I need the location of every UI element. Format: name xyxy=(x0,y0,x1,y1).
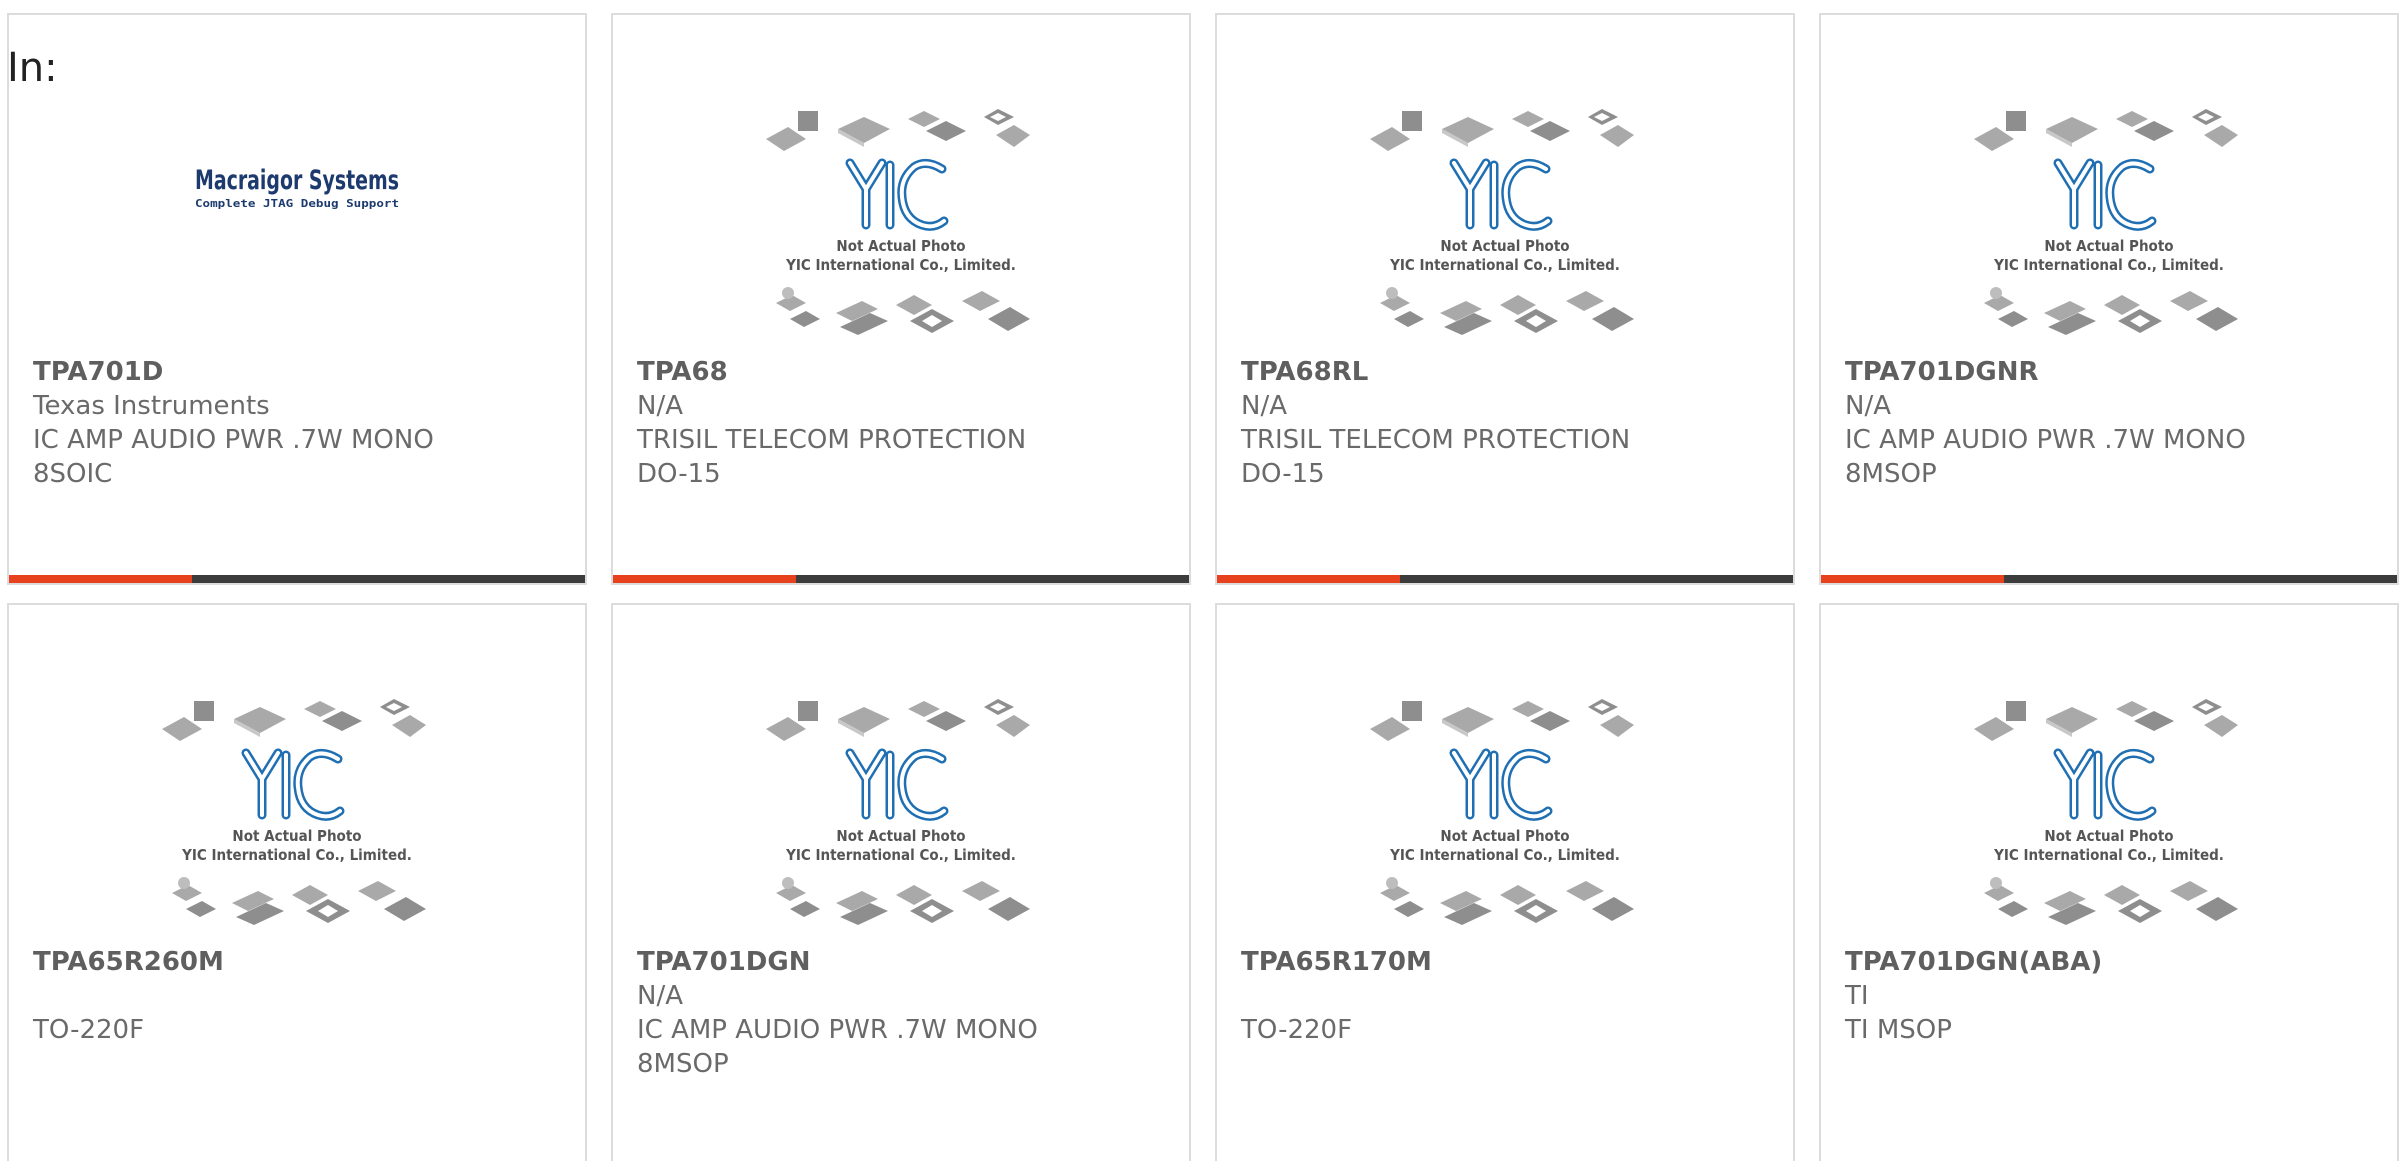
yic-placeholder-image: Not Actual Photo YIC International Co., … xyxy=(1974,109,2238,335)
product-manufacturer: N/A xyxy=(637,391,683,421)
product-manufacturer: Texas Instruments xyxy=(33,391,270,421)
placeholder-caption-1: Not Actual Photo xyxy=(836,827,965,845)
product-info: TPA65R170M TO-220F xyxy=(1241,945,1777,1081)
product-manufacturer xyxy=(33,979,569,1013)
product-info: TPA68 N/A TRISIL TELECOM PROTECTION DO-15 xyxy=(637,355,1173,491)
product-card[interactable]: Not Actual Photo YIC International Co., … xyxy=(611,603,1191,1161)
macraigor-logo: Macraigor Systems Complete JTAG Debug Su… xyxy=(195,165,399,210)
placeholder-caption-2: YIC International Co., Limited. xyxy=(785,256,1016,274)
product-info: TPA701D Texas Instruments IC AMP AUDIO PWR… xyxy=(33,355,569,491)
product-image[interactable]: Not Actual Photo YIC International Co., … xyxy=(613,99,1189,355)
product-package: 8MSOP xyxy=(637,1049,729,1079)
card-accent-bar xyxy=(613,575,1189,583)
product-manufacturer xyxy=(1241,979,1777,1013)
card-accent-bar-highlight xyxy=(9,575,192,583)
macraigor-logo-title: Macraigor Systems xyxy=(195,165,399,196)
product-image[interactable]: Not Actual Photo YIC International Co., … xyxy=(9,689,585,945)
product-card[interactable]: Not Actual Photo YIC International Co., … xyxy=(1819,13,2399,585)
product-info: TPA65R260M TO-220F xyxy=(33,945,569,1081)
product-description: TO-220F xyxy=(33,1015,145,1045)
product-manufacturer: N/A xyxy=(1241,391,1287,421)
yic-placeholder-image: Not Actual Photo YIC International Co., … xyxy=(1974,699,2238,925)
placeholder-caption-2: YIC International Co., Limited. xyxy=(785,846,1016,864)
product-manufacturer: N/A xyxy=(637,981,683,1011)
placeholder-caption-2: YIC International Co., Limited. xyxy=(1993,256,2224,274)
product-part-number[interactable]: TPA701DGN(ABA) xyxy=(1845,945,2381,979)
placeholder-caption-1: Not Actual Photo xyxy=(2044,827,2173,845)
product-description: TRISIL TELECOM PROTECTION xyxy=(637,425,1027,455)
product-package xyxy=(1241,1047,1777,1081)
product-part-number[interactable]: TPA701D xyxy=(33,355,569,389)
product-package: DO-15 xyxy=(1241,459,1325,489)
card-accent-bar-highlight xyxy=(613,575,796,583)
card-accent-bar-highlight xyxy=(1217,575,1400,583)
macraigor-logo-tagline: Complete JTAG Debug Support xyxy=(195,197,399,210)
product-info: TPA701DGN N/A IC AMP AUDIO PWR .7W MONO 8MS… xyxy=(637,945,1173,1081)
placeholder-caption-2: YIC International Co., Limited. xyxy=(181,846,412,864)
card-accent-bar xyxy=(9,575,585,583)
product-grid: Macraigor Systems Complete JTAG Debug Su… xyxy=(7,13,2400,1161)
yic-placeholder-image: Not Actual Photo YIC International Co., … xyxy=(162,699,426,925)
placeholder-caption-2: YIC International Co., Limited. xyxy=(1389,256,1620,274)
yic-placeholder-image: Not Actual Photo YIC International Co., … xyxy=(1370,699,1634,925)
product-part-number[interactable]: TPA65R170M xyxy=(1241,945,1777,979)
product-description: IC AMP AUDIO PWR .7W MONO xyxy=(1845,425,2246,455)
product-part-number[interactable]: TPA701DGNR xyxy=(1845,355,2381,389)
product-description: IC AMP AUDIO PWR .7W MONO xyxy=(637,1015,1038,1045)
card-accent-bar xyxy=(1217,575,1793,583)
placeholder-caption-2: YIC International Co., Limited. xyxy=(1389,846,1620,864)
product-image[interactable]: Not Actual Photo YIC International Co., … xyxy=(1821,99,2397,355)
product-card[interactable]: Not Actual Photo YIC International Co., … xyxy=(1215,603,1795,1161)
product-package: DO-15 xyxy=(637,459,721,489)
product-package xyxy=(1845,1047,2381,1081)
product-info: TPA701DGNR N/A IC AMP AUDIO PWR .7W MONO 8M… xyxy=(1845,355,2381,491)
product-description: TI MSOP xyxy=(1845,1015,1952,1045)
product-package xyxy=(33,1047,569,1081)
product-card[interactable]: Not Actual Photo YIC International Co., … xyxy=(1215,13,1795,585)
product-info: TPA68RL N/A TRISIL TELECOM PROTECTION DO-15 xyxy=(1241,355,1777,491)
yic-placeholder-image: Not Actual Photo YIC International Co., … xyxy=(1370,109,1634,335)
product-image[interactable]: Not Actual Photo YIC International Co., … xyxy=(613,689,1189,945)
product-description: TO-220F xyxy=(1241,1015,1353,1045)
product-card[interactable]: Not Actual Photo YIC International Co., … xyxy=(7,603,587,1161)
placeholder-caption-1: Not Actual Photo xyxy=(1440,827,1569,845)
placeholder-caption-1: Not Actual Photo xyxy=(232,827,361,845)
product-part-number[interactable]: TPA701DGN xyxy=(637,945,1173,979)
placeholder-caption-2: YIC International Co., Limited. xyxy=(1993,846,2224,864)
product-part-number[interactable]: TPA65R260M xyxy=(33,945,569,979)
product-part-number[interactable]: TPA68 xyxy=(637,355,1173,389)
placeholder-caption-1: Not Actual Photo xyxy=(2044,237,2173,255)
yic-placeholder-image: Not Actual Photo YIC International Co., … xyxy=(766,109,1030,335)
product-image[interactable]: Not Actual Photo YIC International Co., … xyxy=(1217,689,1793,945)
product-image[interactable]: Not Actual Photo YIC International Co., … xyxy=(1821,689,2397,945)
product-info: TPA701DGN(ABA) TI TI MSOP xyxy=(1845,945,2381,1081)
product-image[interactable]: Not Actual Photo YIC International Co., … xyxy=(1217,99,1793,355)
card-accent-bar-highlight xyxy=(1821,575,2004,583)
placeholder-caption-1: Not Actual Photo xyxy=(1440,237,1569,255)
product-description: IC AMP AUDIO PWR .7W MONO xyxy=(33,425,434,455)
card-accent-bar xyxy=(1821,575,2397,583)
product-part-number[interactable]: TPA68RL xyxy=(1241,355,1777,389)
placeholder-caption-1: Not Actual Photo xyxy=(836,237,965,255)
product-description: TRISIL TELECOM PROTECTION xyxy=(1241,425,1631,455)
product-package: 8SOIC xyxy=(33,459,113,489)
in-label: In: xyxy=(7,45,58,91)
product-card[interactable]: Macraigor Systems Complete JTAG Debug Su… xyxy=(7,13,587,585)
product-manufacturer: N/A xyxy=(1845,391,1891,421)
product-listing-page: In: Macraigor Systems Complete JTAG Debu… xyxy=(0,0,2400,1161)
product-package: 8MSOP xyxy=(1845,459,1937,489)
yic-placeholder-image: Not Actual Photo YIC International Co., … xyxy=(766,699,1030,925)
product-manufacturer: TI xyxy=(1845,981,1869,1011)
product-card[interactable]: Not Actual Photo YIC International Co., … xyxy=(1819,603,2399,1161)
product-card[interactable]: Not Actual Photo YIC International Co., … xyxy=(611,13,1191,585)
